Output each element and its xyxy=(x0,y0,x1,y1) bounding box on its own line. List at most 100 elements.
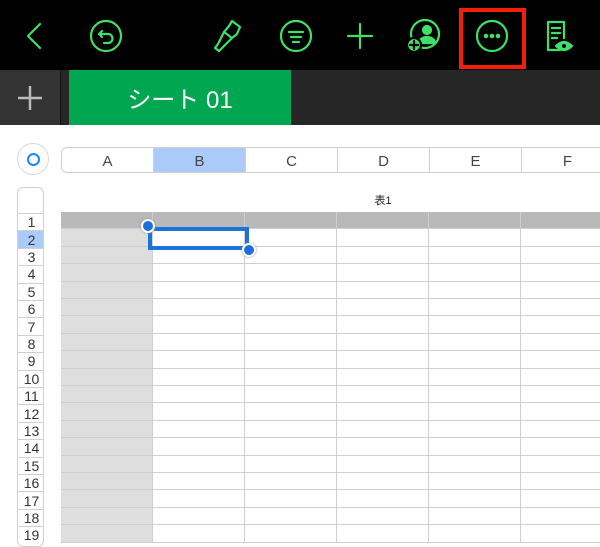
cell-C12[interactable] xyxy=(245,403,337,421)
cell-A10[interactable] xyxy=(61,368,153,386)
cell-B11[interactable] xyxy=(153,386,245,404)
cell-F1[interactable] xyxy=(521,212,600,230)
select-table-button[interactable] xyxy=(17,143,49,175)
cell-B10[interactable] xyxy=(153,368,245,386)
cell-F16[interactable] xyxy=(521,473,600,491)
cell-F2[interactable] xyxy=(521,229,600,247)
cell-D16[interactable] xyxy=(337,473,429,491)
cell-F9[interactable] xyxy=(521,351,600,369)
cell-F13[interactable] xyxy=(521,420,600,439)
cell-A1[interactable] xyxy=(61,212,153,230)
cell-C13[interactable] xyxy=(245,420,337,439)
cell-E17[interactable] xyxy=(429,490,521,508)
cell-B15[interactable] xyxy=(153,455,245,473)
cell-C7[interactable] xyxy=(245,316,337,334)
cell-C9[interactable] xyxy=(245,351,337,369)
column-header-B[interactable]: B xyxy=(154,148,246,172)
cell-B18[interactable] xyxy=(153,507,245,526)
cell-B8[interactable] xyxy=(153,333,245,352)
row-header-8[interactable]: 8 xyxy=(18,334,43,352)
column-header-A[interactable]: A xyxy=(62,148,154,172)
cell-B17[interactable] xyxy=(153,490,245,508)
cell-A9[interactable] xyxy=(61,351,153,369)
cell-A14[interactable] xyxy=(61,438,153,456)
cell-A6[interactable] xyxy=(61,299,153,317)
cell-D9[interactable] xyxy=(337,351,429,369)
cell-D17[interactable] xyxy=(337,490,429,508)
cell-A2[interactable] xyxy=(61,229,153,247)
cell-E12[interactable] xyxy=(429,403,521,421)
cell-B16[interactable] xyxy=(153,473,245,491)
row-header-7[interactable]: 7 xyxy=(18,317,43,335)
format-button[interactable] xyxy=(208,16,248,56)
cell-C17[interactable] xyxy=(245,490,337,508)
cell-E4[interactable] xyxy=(429,264,521,282)
cell-A5[interactable] xyxy=(61,281,153,299)
cell-D3[interactable] xyxy=(337,246,429,265)
cell-F4[interactable] xyxy=(521,264,600,282)
cell-A17[interactable] xyxy=(61,490,153,508)
cell-E18[interactable] xyxy=(429,507,521,526)
cell-E8[interactable] xyxy=(429,333,521,352)
cell-B12[interactable] xyxy=(153,403,245,421)
row-header-16[interactable]: 16 xyxy=(18,474,43,491)
cell-C3[interactable] xyxy=(245,246,337,265)
cell-E15[interactable] xyxy=(429,455,521,473)
cell-A12[interactable] xyxy=(61,403,153,421)
cell-D19[interactable] xyxy=(337,525,429,543)
cell-B6[interactable] xyxy=(153,299,245,317)
cell-C4[interactable] xyxy=(245,264,337,282)
cell-A19[interactable] xyxy=(61,525,153,543)
cell-E6[interactable] xyxy=(429,299,521,317)
cell-B7[interactable] xyxy=(153,316,245,334)
cell-C8[interactable] xyxy=(245,333,337,352)
cell-F7[interactable] xyxy=(521,316,600,334)
cell-C10[interactable] xyxy=(245,368,337,386)
cell-C1[interactable] xyxy=(245,212,337,230)
cell-E11[interactable] xyxy=(429,386,521,404)
back-button[interactable] xyxy=(15,16,55,56)
cell-F18[interactable] xyxy=(521,507,600,526)
cell-A13[interactable] xyxy=(61,420,153,439)
cell-F17[interactable] xyxy=(521,490,600,508)
cell-A7[interactable] xyxy=(61,316,153,334)
cell-F15[interactable] xyxy=(521,455,600,473)
cell-D11[interactable] xyxy=(337,386,429,404)
cell-B9[interactable] xyxy=(153,351,245,369)
cell-E14[interactable] xyxy=(429,438,521,456)
row-header-14[interactable]: 14 xyxy=(18,439,43,456)
row-header-6[interactable]: 6 xyxy=(18,300,43,317)
cell-E13[interactable] xyxy=(429,420,521,439)
cell-C18[interactable] xyxy=(245,507,337,526)
cell-D4[interactable] xyxy=(337,264,429,282)
cell-B14[interactable] xyxy=(153,438,245,456)
cell-A4[interactable] xyxy=(61,264,153,282)
cell-E9[interactable] xyxy=(429,351,521,369)
row-header-5[interactable]: 5 xyxy=(18,282,43,300)
cell-A11[interactable] xyxy=(61,386,153,404)
cell-F11[interactable] xyxy=(521,386,600,404)
cell-D6[interactable] xyxy=(337,299,429,317)
cell-D18[interactable] xyxy=(337,507,429,526)
cell-C6[interactable] xyxy=(245,299,337,317)
row-header-13[interactable]: 13 xyxy=(18,421,43,439)
table-title[interactable]: 表1 xyxy=(337,192,429,208)
cell-F19[interactable] xyxy=(521,525,600,543)
row-header-4[interactable]: 4 xyxy=(18,265,43,282)
cell-A16[interactable] xyxy=(61,473,153,491)
cell-B19[interactable] xyxy=(153,525,245,543)
cell-A8[interactable] xyxy=(61,333,153,352)
cell-E19[interactable] xyxy=(429,525,521,543)
cell-D10[interactable] xyxy=(337,368,429,386)
column-header-F[interactable]: F xyxy=(522,148,600,172)
row-header-12[interactable]: 12 xyxy=(18,404,43,422)
cell-F10[interactable] xyxy=(521,368,600,386)
cell-E7[interactable] xyxy=(429,316,521,334)
cell-E3[interactable] xyxy=(429,246,521,265)
row-header-19[interactable]: 19 xyxy=(18,526,43,543)
cell-C5[interactable] xyxy=(245,281,337,299)
collaborate-button[interactable] xyxy=(403,16,443,56)
cell-E2[interactable] xyxy=(429,229,521,247)
cell-A3[interactable] xyxy=(61,246,153,265)
cell-C15[interactable] xyxy=(245,455,337,473)
